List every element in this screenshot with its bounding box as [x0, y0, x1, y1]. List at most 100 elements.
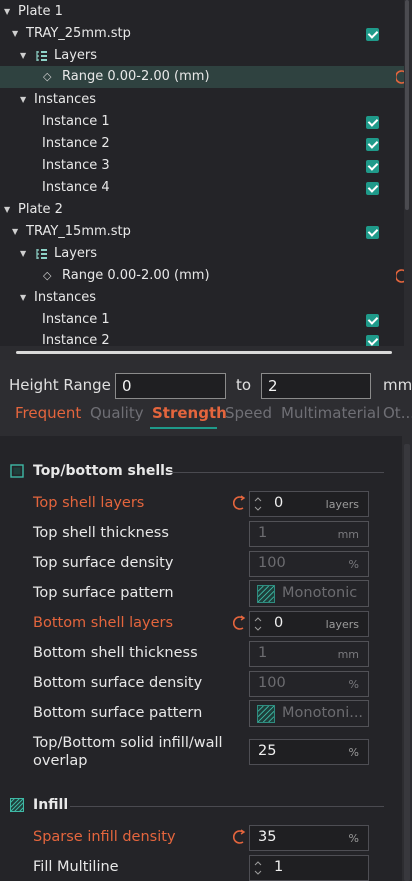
- tree-object[interactable]: ▼ TRAY_15mm.stp: [0, 221, 404, 243]
- instance-visible-checkbox[interactable]: [366, 182, 379, 195]
- chevron-down-icon[interactable]: ▼: [20, 243, 26, 265]
- field-value: 1: [258, 525, 268, 541]
- bottom-surface-pattern-select[interactable]: Monotoni...: [249, 700, 369, 727]
- chevron-down-icon[interactable]: ▼: [20, 287, 26, 309]
- option-label-sparse-infill-density: Sparse infill density: [33, 829, 176, 845]
- tree-instances[interactable]: ▼ Instances: [0, 89, 404, 111]
- object-visible-checkbox[interactable]: [366, 226, 379, 239]
- tree-layers[interactable]: ▼ Layers: [0, 243, 404, 265]
- field-unit: %: [348, 678, 359, 691]
- bottom-shell-thickness-input[interactable]: 1 mm: [249, 641, 369, 667]
- tree-range[interactable]: ◇ Range 0.00-2.00 (mm): [0, 66, 404, 88]
- instance-visible-checkbox[interactable]: [366, 335, 379, 346]
- field-value: 1: [258, 645, 268, 661]
- tree-vertical-scroll-thumb[interactable]: [405, 0, 409, 210]
- tree-object[interactable]: ▼ TRAY_25mm.stp: [0, 23, 404, 45]
- spin-arrows-icon[interactable]: [254, 494, 262, 514]
- instance-visible-checkbox[interactable]: [366, 160, 379, 173]
- range-icon: ◇: [43, 70, 52, 83]
- modified-setting-icon[interactable]: [396, 69, 404, 85]
- tree-instance[interactable]: Instance 3: [0, 155, 404, 177]
- object-label: TRAY_15mm.stp: [26, 224, 131, 239]
- tree-instances[interactable]: ▼ Instances: [0, 287, 404, 309]
- height-range-to-input[interactable]: 2: [261, 373, 371, 399]
- top-shell-thickness-input[interactable]: 1 mm: [249, 521, 369, 547]
- option-label-bottom-surface-pattern: Bottom surface pattern: [33, 705, 203, 721]
- tab-speed[interactable]: Speed: [225, 404, 272, 422]
- top-surface-density-input[interactable]: 100 %: [249, 551, 369, 577]
- field-unit: %: [348, 746, 359, 759]
- fill-multiline-input[interactable]: 1: [249, 855, 369, 881]
- field-unit: %: [348, 832, 359, 845]
- tree-instance[interactable]: Instance 2: [0, 330, 404, 346]
- bottom-surface-density-input[interactable]: 100 %: [249, 671, 369, 697]
- tree-layers[interactable]: ▼ Layers: [0, 45, 404, 67]
- plate-label: Plate 2: [18, 202, 63, 217]
- field-value: Monotonic: [282, 585, 358, 601]
- reset-icon[interactable]: [233, 495, 247, 511]
- field-value: 1: [274, 859, 284, 875]
- chevron-down-icon[interactable]: ▼: [12, 221, 18, 243]
- reset-icon[interactable]: [233, 829, 247, 845]
- solid-infill-wall-overlap-input[interactable]: 25 %: [249, 739, 369, 765]
- top-surface-pattern-select[interactable]: Monotonic: [249, 580, 369, 607]
- instance-visible-checkbox[interactable]: [366, 314, 379, 327]
- field-value: 100: [258, 675, 286, 691]
- object-tree: ▼ Plate 1 ▼ TRAY_25mm.stp ▼ Layers ◇ Ran…: [0, 0, 404, 346]
- settings-scroll-thumb[interactable]: [404, 444, 410, 881]
- height-range-from-input[interactable]: 0: [115, 373, 226, 399]
- instances-label: Instances: [34, 92, 97, 107]
- option-label-top-surface-density: Top surface density: [33, 555, 174, 571]
- field-unit: layers: [325, 498, 359, 511]
- option-label-bottom-shell-thickness: Bottom shell thickness: [33, 645, 198, 661]
- tree-instance[interactable]: Instance 2: [0, 133, 404, 155]
- option-label-solid-infill-wall-overlap-line1: Top/Bottom solid infill/wall: [33, 735, 223, 751]
- layers-label: Layers: [54, 246, 98, 261]
- tab-quality[interactable]: Quality: [90, 404, 144, 422]
- chevron-down-icon[interactable]: ▼: [20, 45, 26, 67]
- tree-instance[interactable]: Instance 1: [0, 309, 404, 331]
- height-range-unit: mm: [383, 376, 412, 394]
- reset-icon[interactable]: [233, 615, 247, 631]
- tab-frequent[interactable]: Frequent: [15, 404, 81, 422]
- sparse-infill-density-input[interactable]: 35 %: [249, 825, 369, 851]
- instance-visible-checkbox[interactable]: [366, 138, 379, 151]
- tree-plate-2[interactable]: ▼ Plate 2: [0, 199, 404, 221]
- option-label-top-shell-thickness: Top shell thickness: [33, 525, 169, 541]
- tree-instance[interactable]: Instance 1: [0, 111, 404, 133]
- instance-label: Instance 2: [42, 333, 110, 346]
- infill-icon: [10, 798, 24, 812]
- instance-label: Instance 1: [42, 312, 110, 327]
- object-visible-checkbox[interactable]: [366, 28, 379, 41]
- tree-horizontal-scroll-thumb[interactable]: [16, 351, 392, 354]
- tab-multimaterial[interactable]: Multimaterial: [281, 404, 380, 422]
- tree-plate-1[interactable]: ▼ Plate 1: [0, 1, 404, 23]
- chevron-down-icon[interactable]: ▼: [4, 1, 10, 23]
- tab-others[interactable]: Ot...: [383, 404, 412, 422]
- section-title-infill: Infill: [33, 797, 69, 813]
- instance-label: Instance 2: [42, 136, 110, 151]
- field-unit: mm: [337, 528, 359, 541]
- height-range-to-label: to: [236, 376, 252, 394]
- monotonic-pattern-icon: [257, 585, 275, 603]
- chevron-down-icon[interactable]: ▼: [12, 23, 18, 45]
- height-range-label: Height Range: [9, 376, 111, 394]
- modified-setting-icon[interactable]: [396, 268, 404, 284]
- tree-range[interactable]: ◇ Range 0.00-2.00 (mm): [0, 265, 404, 287]
- tree-instance[interactable]: Instance 4: [0, 177, 404, 199]
- layers-icon: [36, 249, 47, 259]
- active-tab-indicator: [150, 427, 217, 429]
- tab-strength[interactable]: Strength: [152, 404, 227, 422]
- range-label: Range 0.00-2.00 (mm): [62, 268, 210, 283]
- top-shell-layers-input[interactable]: 0 layers: [249, 491, 369, 517]
- range-icon: ◇: [43, 269, 52, 282]
- chevron-down-icon[interactable]: ▼: [4, 199, 10, 221]
- option-label-bottom-surface-density: Bottom surface density: [33, 675, 203, 691]
- chevron-down-icon[interactable]: ▼: [20, 89, 26, 111]
- field-unit: %: [348, 558, 359, 571]
- spin-arrows-icon[interactable]: [254, 858, 262, 878]
- instance-visible-checkbox[interactable]: [366, 116, 379, 129]
- bottom-shell-layers-input[interactable]: 0 layers: [249, 611, 369, 637]
- option-label-solid-infill-wall-overlap-line2: overlap: [33, 753, 88, 769]
- spin-arrows-icon[interactable]: [254, 614, 262, 634]
